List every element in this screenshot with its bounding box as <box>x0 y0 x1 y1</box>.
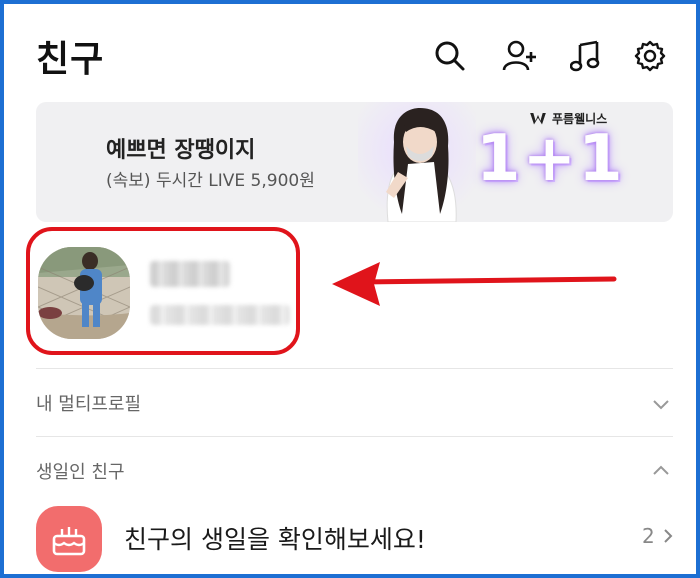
avatar[interactable] <box>38 247 130 339</box>
divider <box>36 436 673 437</box>
chevron-up-icon[interactable] <box>650 460 672 482</box>
birthday-cake-icon[interactable] <box>36 506 102 572</box>
search-icon[interactable] <box>430 36 470 76</box>
chevron-right-icon <box>664 529 673 543</box>
annotation-arrow-icon <box>332 262 617 306</box>
my-profile-card[interactable] <box>26 227 300 355</box>
chevron-down-icon[interactable] <box>650 393 672 415</box>
screen-frame: 친구 예쁘면 장땡이지 (속보) 두시간 LIVE 5,900원 푸름웰니스 1… <box>0 0 700 578</box>
settings-icon[interactable] <box>630 36 670 76</box>
profile-status-blurred <box>150 305 290 325</box>
ad-banner[interactable]: 예쁘면 장땡이지 (속보) 두시간 LIVE 5,900원 푸름웰니스 1+1 <box>36 102 673 222</box>
add-friend-icon[interactable] <box>500 36 540 76</box>
banner-title: 예쁘면 장땡이지 <box>106 138 256 163</box>
banner-subtitle: (속보) 두시간 LIVE 5,900원 <box>106 171 315 191</box>
banner-model-image <box>358 102 476 222</box>
divider <box>36 368 673 369</box>
birthday-section-label[interactable]: 생일인 친구 <box>36 458 125 484</box>
multiprofile-section-label[interactable]: 내 멀티프로필 <box>36 390 141 416</box>
birthday-prompt-text[interactable]: 친구의 생일을 확인해보세요! <box>124 520 426 556</box>
page-title: 친구 <box>36 39 105 80</box>
birthday-count[interactable]: 2 <box>642 524 675 548</box>
music-icon[interactable] <box>566 36 606 76</box>
banner-promo-text: 1+1 <box>476 122 625 196</box>
birthday-count-value: 2 <box>642 524 655 548</box>
profile-name-blurred <box>150 261 230 287</box>
